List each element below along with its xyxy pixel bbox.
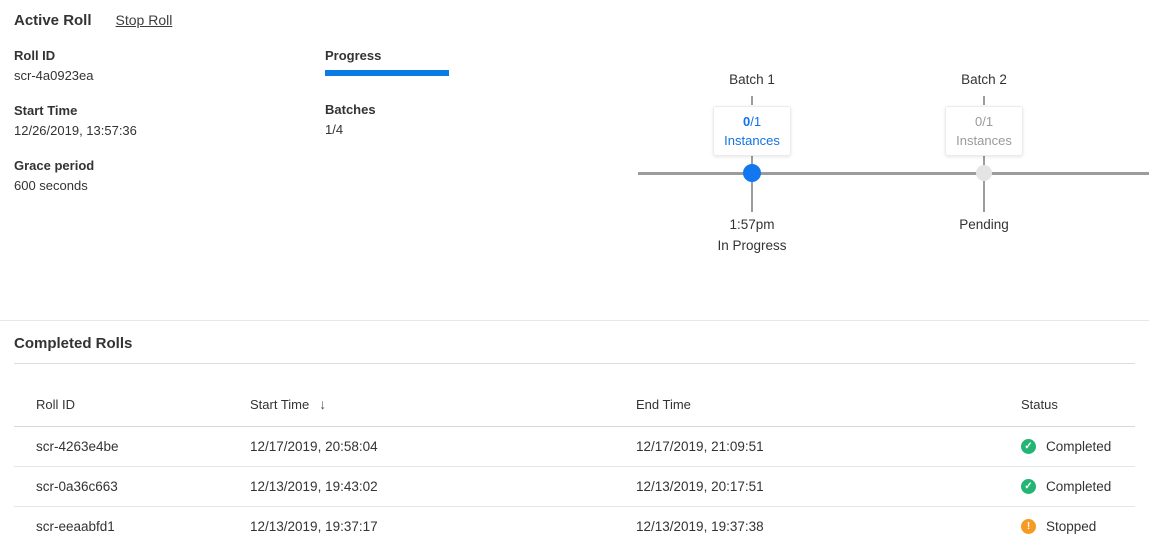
start-time-label: Start Time: [14, 101, 314, 121]
completed-rolls-section: Completed Rolls Roll ID Start Time ↓ End…: [0, 335, 1149, 545]
cell-status: ✓ Completed: [1021, 479, 1135, 494]
table-row: scr-eeaabfd1 12/13/2019, 19:37:17 12/13/…: [14, 507, 1135, 545]
start-time-field: Start Time 12/26/2019, 13:57:36: [14, 101, 314, 141]
completed-rolls-title: Completed Rolls: [14, 335, 1149, 352]
roll-id-label: Roll ID: [14, 46, 314, 66]
grace-period-field: Grace period 600 seconds: [14, 156, 314, 196]
cell-roll-id: scr-4263e4be: [36, 439, 250, 454]
table-row: scr-0a36c663 12/13/2019, 19:43:02 12/13/…: [14, 467, 1135, 507]
cell-end-time: 12/13/2019, 19:37:38: [636, 519, 1021, 534]
column-header-roll-id[interactable]: Roll ID: [36, 397, 250, 412]
progress-label: Progress: [325, 46, 485, 66]
stop-roll-link[interactable]: Stop Roll: [116, 12, 173, 28]
batch-2-connector: [983, 154, 985, 212]
alert-circle-icon: !: [1021, 519, 1036, 534]
check-circle-icon: ✓: [1021, 479, 1036, 494]
column-header-status[interactable]: Status: [1021, 397, 1135, 412]
batch-1-instances-label: Instances: [714, 131, 790, 150]
roll-id-value: scr-4a0923ea: [14, 66, 314, 86]
batch-1-tick: [751, 96, 753, 105]
cell-start-time: 12/13/2019, 19:43:02: [250, 479, 636, 494]
batch-2-instance-count: 0/1: [946, 112, 1022, 131]
batch-timeline: Batch 1 0/1 Instances 1:57pm In Progress…: [638, 70, 1149, 265]
grace-period-label: Grace period: [14, 156, 314, 176]
batch-2-status: Pending: [959, 217, 1009, 232]
column-header-start-time[interactable]: Start Time ↓: [250, 396, 636, 412]
cell-start-time: 12/13/2019, 19:37:17: [250, 519, 636, 534]
cell-roll-id: scr-0a36c663: [36, 479, 250, 494]
roll-details: Roll ID scr-4a0923ea Start Time 12/26/20…: [14, 46, 314, 211]
progress-panel: Progress Batches 1/4: [325, 46, 485, 140]
batch-1-status: In Progress: [717, 238, 786, 253]
cell-end-time: 12/13/2019, 20:17:51: [636, 479, 1021, 494]
section-divider: [0, 320, 1149, 321]
check-circle-icon: ✓: [1021, 439, 1036, 454]
batch-1-instances-card[interactable]: 0/1 Instances: [713, 106, 791, 156]
cell-start-time: 12/17/2019, 20:58:04: [250, 439, 636, 454]
progress-bar-fill: [325, 70, 449, 76]
batch-1-instance-count: 0/1: [714, 112, 790, 131]
cell-status: ! Stopped: [1021, 519, 1135, 534]
batches-value: 1/4: [325, 120, 485, 140]
batch-2-timeline-dot: [976, 165, 992, 181]
batch-1-name: Batch 1: [729, 72, 775, 87]
active-roll-section: Active Roll Stop Roll Roll ID scr-4a0923…: [0, 0, 1149, 320]
status-label: Completed: [1046, 479, 1111, 494]
sort-descending-icon[interactable]: ↓: [319, 396, 326, 412]
column-header-end-time[interactable]: End Time: [636, 397, 1021, 412]
active-roll-header: Active Roll Stop Roll: [14, 12, 172, 29]
timeline-line: [638, 172, 1149, 175]
status-label: Stopped: [1046, 519, 1096, 534]
batch-1-connector: [751, 154, 753, 212]
batch-2-tick: [983, 96, 985, 105]
cell-status: ✓ Completed: [1021, 439, 1135, 454]
table-header-row: Roll ID Start Time ↓ End Time Status: [14, 364, 1135, 427]
batch-1-timeline-dot: [743, 164, 761, 182]
completed-rolls-table: Roll ID Start Time ↓ End Time Status scr…: [14, 364, 1135, 545]
batch-2-instances-card[interactable]: 0/1 Instances: [945, 106, 1023, 156]
progress-bar: [325, 70, 449, 76]
cell-end-time: 12/17/2019, 21:09:51: [636, 439, 1021, 454]
active-roll-title: Active Roll: [14, 12, 92, 29]
batch-1-time: 1:57pm: [729, 217, 774, 232]
start-time-value: 12/26/2019, 13:57:36: [14, 121, 314, 141]
batch-2-name: Batch 2: [961, 72, 1007, 87]
table-row: scr-4263e4be 12/17/2019, 20:58:04 12/17/…: [14, 427, 1135, 467]
batches-label: Batches: [325, 100, 485, 120]
batch-2-instances-label: Instances: [946, 131, 1022, 150]
roll-id-field: Roll ID scr-4a0923ea: [14, 46, 314, 86]
status-label: Completed: [1046, 439, 1111, 454]
cell-roll-id: scr-eeaabfd1: [36, 519, 250, 534]
grace-period-value: 600 seconds: [14, 176, 314, 196]
